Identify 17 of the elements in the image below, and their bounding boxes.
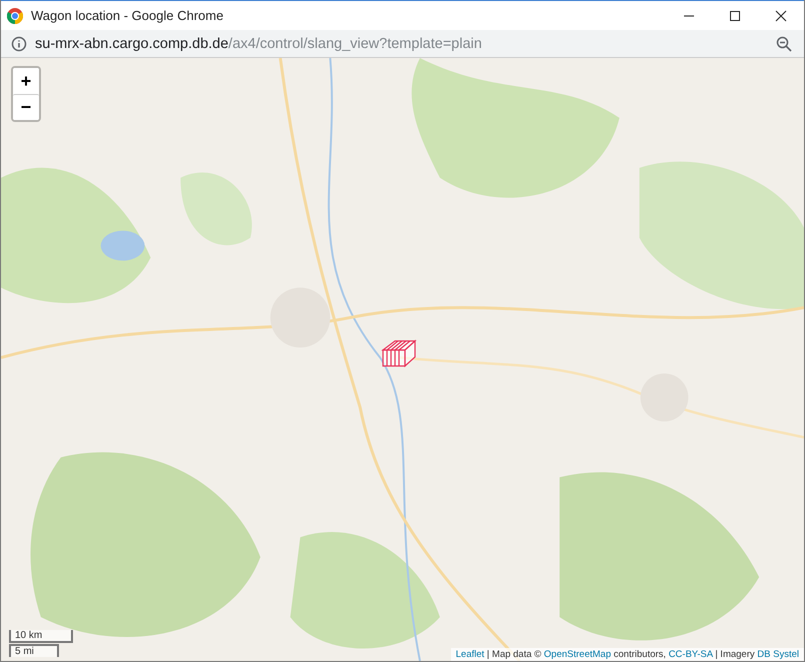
wagon-icon[interactable]: [381, 338, 417, 368]
url-path[interactable]: /ax4/control/slang_view?template=plain: [228, 36, 482, 52]
zoom-out-icon[interactable]: [776, 36, 792, 52]
maximize-icon[interactable]: [729, 10, 741, 22]
window-title: Wagon location - Google Chrome: [31, 8, 224, 23]
attribution-link[interactable]: DB Systel: [757, 649, 799, 660]
attribution-link[interactable]: CC-BY-SA: [668, 649, 713, 660]
scale-bar: 5 mi: [9, 644, 59, 657]
info-icon[interactable]: [11, 36, 27, 52]
zoom-out-button[interactable]: −: [13, 94, 39, 120]
url-host[interactable]: su-mrx-abn.cargo.comp.db.de: [35, 36, 228, 52]
scale-bar: 10 km: [9, 630, 73, 643]
attribution-link[interactable]: Leaflet: [456, 649, 484, 660]
attribution-link[interactable]: OpenStreetMap: [544, 649, 611, 660]
close-icon[interactable]: [775, 10, 787, 22]
map-attribution: Leaflet | Map data © OpenStreetMap contributors, CC-BY-SA | Imagery DB Systel: [450, 648, 804, 661]
chrome-logo-icon: [7, 8, 23, 24]
